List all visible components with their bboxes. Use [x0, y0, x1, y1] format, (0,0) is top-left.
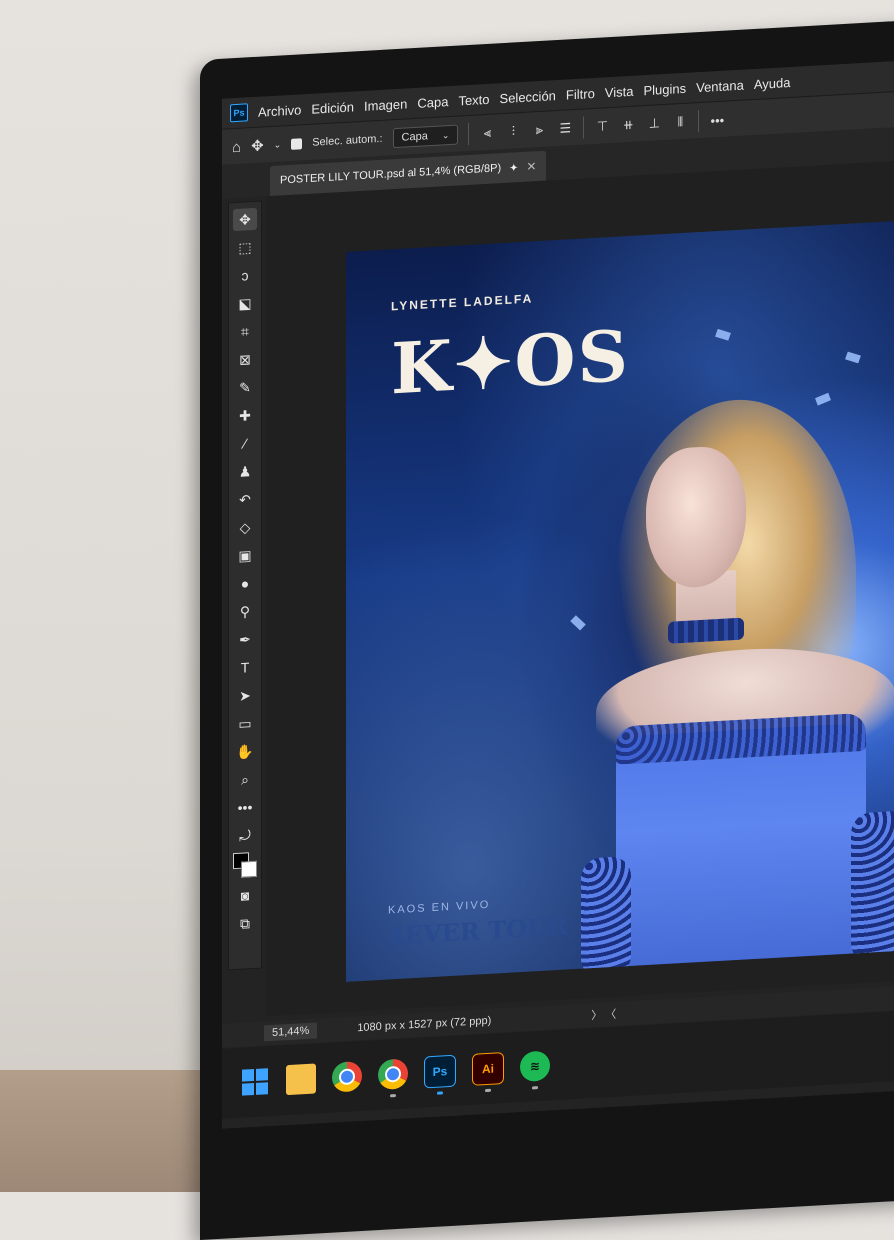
- lasso-tool-icon[interactable]: ↄ: [233, 264, 257, 287]
- chevron-down-icon: ⌄: [441, 129, 450, 140]
- chrome-icon[interactable]: [332, 1060, 362, 1093]
- align-top-icon[interactable]: ⊤: [594, 118, 610, 135]
- distribute-v-icon[interactable]: ⦀: [672, 114, 688, 131]
- align-right-icon[interactable]: ⫸: [531, 122, 547, 139]
- active-indicator: [437, 1091, 443, 1095]
- performer-choker: [668, 617, 744, 644]
- document-dimensions[interactable]: 1080 px x 1527 px (72 ppp): [357, 1015, 491, 1034]
- running-indicator: [390, 1094, 396, 1098]
- status-nav-arrows[interactable]: 〉 〈: [591, 1006, 616, 1023]
- close-icon[interactable]: ✕: [526, 159, 536, 174]
- performer-glove-right: [851, 810, 894, 964]
- confetti: [845, 351, 861, 364]
- separator: [698, 110, 700, 133]
- swap-colors-icon[interactable]: ⤾: [233, 824, 257, 847]
- canvas-area[interactable]: LYNETTE LADELFA K✦OS KAOS EN VIVO 4EVER …: [266, 157, 894, 1017]
- windows-start-icon[interactable]: [240, 1066, 270, 1098]
- menu-capa[interactable]: Capa: [417, 94, 448, 111]
- menu-vista[interactable]: Vista: [605, 83, 634, 100]
- type-tool-icon[interactable]: T: [233, 656, 257, 679]
- path-select-tool-icon[interactable]: ➤: [233, 684, 257, 707]
- menu-archivo[interactable]: Archivo: [258, 102, 301, 119]
- running-indicator: [532, 1086, 538, 1090]
- eraser-tool-icon[interactable]: ◇: [233, 516, 257, 539]
- auto-select-target-dropdown[interactable]: Capa ⌄: [392, 124, 459, 149]
- align-middle-v-icon[interactable]: ⧺: [620, 117, 636, 134]
- poster-artist-name: LYNETTE LADELFA: [391, 291, 534, 314]
- poster-artwork: LYNETTE LADELFA K✦OS KAOS EN VIVO 4EVER …: [346, 217, 894, 982]
- menu-ventana[interactable]: Ventana: [696, 77, 744, 95]
- brush-tool-icon[interactable]: ∕: [233, 432, 257, 455]
- move-tool-icon[interactable]: ✥: [233, 207, 257, 232]
- laptop-bezel: Ps Archivo Edición Imagen Capa Texto Sel…: [200, 17, 894, 1240]
- menu-plugins[interactable]: Plugins: [643, 80, 686, 97]
- align-left-icon[interactable]: ⫷: [479, 124, 495, 141]
- eyedropper-tool-icon[interactable]: ✎: [233, 376, 257, 399]
- distribute-icon[interactable]: ☰: [557, 120, 573, 137]
- crop-tool-icon[interactable]: ⌗: [233, 320, 257, 343]
- tools-panel: ✥ ⬚ ↄ ⬕ ⌗ ⊠ ✎ ✚ ∕ ♟ ↶ ◇ ▣ ● ⚲ ✒ T ➤ ▭ ✋ …: [228, 200, 262, 971]
- pen-tool-icon[interactable]: ✒: [233, 628, 257, 651]
- document-tab-title: POSTER LILY TOUR.psd al 51,4% (RGB/8P): [280, 162, 502, 187]
- align-center-h-icon[interactable]: ⫶: [505, 123, 521, 140]
- illustrator-taskbar-label: Ai: [482, 1061, 494, 1077]
- marquee-tool-icon[interactable]: ⬚: [233, 236, 257, 259]
- align-bottom-icon[interactable]: ⊥: [646, 115, 662, 132]
- zoom-tool-icon[interactable]: ⌕: [233, 768, 257, 791]
- chevron-down-icon[interactable]: ⌄: [274, 139, 282, 150]
- screen-mode-icon[interactable]: ⧉: [233, 912, 257, 935]
- hand-tool-icon[interactable]: ✋: [233, 740, 257, 763]
- home-icon[interactable]: ⌂: [232, 138, 241, 156]
- zoom-level-field[interactable]: 51,44%: [264, 1022, 318, 1042]
- chrome-profile-icon[interactable]: [378, 1058, 408, 1098]
- quick-mask-icon[interactable]: ◙: [233, 884, 257, 907]
- poster-subtitle: KAOS EN VIVO: [388, 898, 491, 917]
- move-tool-icon[interactable]: ✥: [251, 136, 264, 155]
- menu-ayuda[interactable]: Ayuda: [754, 74, 791, 91]
- background-color-swatch[interactable]: [241, 860, 257, 878]
- clone-stamp-tool-icon[interactable]: ♟: [233, 460, 257, 483]
- frame-tool-icon[interactable]: ⊠: [233, 348, 257, 371]
- screen: Ps Archivo Edición Imagen Capa Texto Sel…: [222, 57, 894, 1129]
- healing-brush-tool-icon[interactable]: ✚: [233, 404, 257, 427]
- object-select-tool-icon[interactable]: ⬕: [233, 292, 257, 315]
- menu-filtro[interactable]: Filtro: [566, 85, 595, 102]
- menu-seleccion[interactable]: Selección: [500, 88, 556, 106]
- separator: [468, 122, 470, 145]
- poster-title: K✦OS: [391, 313, 631, 411]
- dodge-tool-icon[interactable]: ⚲: [233, 600, 257, 623]
- more-options-icon[interactable]: •••: [709, 112, 725, 129]
- spotify-icon[interactable]: ≋: [520, 1050, 550, 1090]
- poster-tour-name: 4EVER TOUR: [388, 911, 568, 951]
- menu-texto[interactable]: Texto: [458, 91, 489, 108]
- confetti: [815, 392, 831, 406]
- photoshop-logo-icon: Ps: [230, 103, 248, 123]
- file-explorer-icon[interactable]: [286, 1063, 316, 1096]
- illustrator-taskbar-icon[interactable]: Ai: [472, 1052, 504, 1093]
- photoshop-taskbar-label: Ps: [432, 1064, 448, 1079]
- menu-imagen[interactable]: Imagen: [364, 96, 407, 113]
- auto-select-label: Selec. autom.:: [312, 132, 383, 149]
- more-tools-icon[interactable]: •••: [233, 796, 257, 819]
- history-brush-tool-icon[interactable]: ↶: [233, 488, 257, 511]
- dropdown-value: Capa: [401, 130, 428, 144]
- photoshop-taskbar-icon[interactable]: Ps: [424, 1054, 456, 1095]
- auto-select-checkbox[interactable]: [291, 137, 303, 150]
- blur-tool-icon[interactable]: ●: [233, 572, 257, 595]
- confetti: [715, 328, 731, 341]
- gradient-tool-icon[interactable]: ▣: [233, 544, 257, 567]
- separator: [583, 116, 585, 139]
- unsaved-marker: ✦: [509, 161, 519, 175]
- running-indicator: [485, 1088, 491, 1093]
- rectangle-tool-icon[interactable]: ▭: [233, 712, 257, 735]
- color-swatches[interactable]: [233, 852, 257, 879]
- menu-edicion[interactable]: Edición: [311, 99, 354, 116]
- performer-glove-left: [581, 855, 631, 979]
